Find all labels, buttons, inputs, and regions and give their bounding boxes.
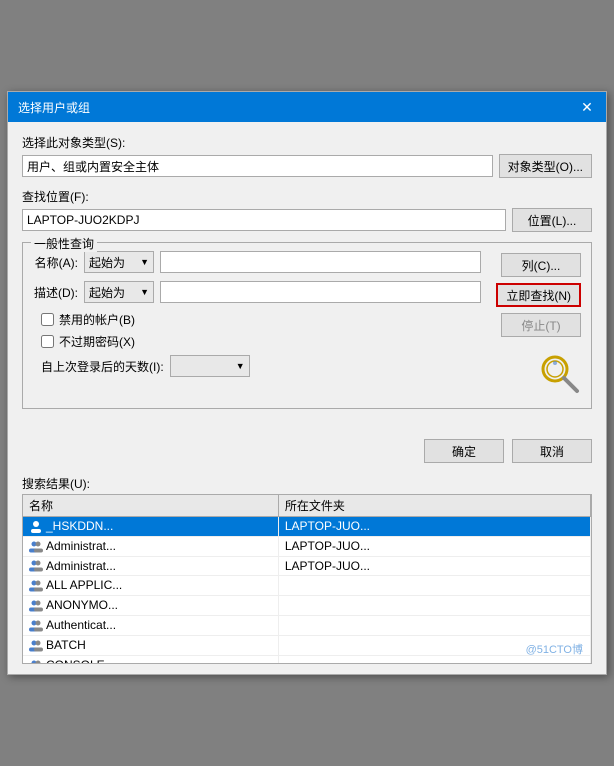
table-row[interactable]: CONSOLE ... xyxy=(23,655,591,664)
no-expire-pwd-label: 不过期密码(X) xyxy=(59,333,135,350)
col-header-folder: 所在文件夹 xyxy=(278,495,590,517)
cell-folder: LAPTOP-JUO... xyxy=(278,536,590,556)
watermark: @51CTO博 xyxy=(526,641,583,657)
cell-folder xyxy=(278,596,590,616)
table-row[interactable]: ALL APPLIC... xyxy=(23,576,591,596)
desc-combo[interactable]: 起始为 ▼ xyxy=(84,281,154,303)
days-combo-arrow: ▼ xyxy=(236,361,245,371)
cell-name: ALL APPLIC... xyxy=(23,576,278,596)
location-row: 位置(L)... xyxy=(22,208,592,232)
search-icon-area xyxy=(539,353,581,398)
table-row[interactable]: _HSKDDN...LAPTOP-JUO... xyxy=(23,517,591,537)
group-content: 名称(A): 起始为 ▼ 描述(D): 起始为 ▼ xyxy=(33,251,581,398)
group-box-title: 一般性查询 xyxy=(31,235,97,252)
cell-name: Administrat... xyxy=(23,556,278,576)
cell-name: _HSKDDN... xyxy=(23,517,278,537)
object-type-label: 选择此对象类型(S): xyxy=(22,134,592,151)
results-body: _HSKDDN...LAPTOP-JUO...Administrat...LAP… xyxy=(23,517,591,665)
cell-name: BATCH xyxy=(23,635,278,655)
object-type-input[interactable] xyxy=(22,155,493,177)
search-results-label: 搜索结果(U): xyxy=(22,475,592,492)
days-combo[interactable]: ▼ xyxy=(170,355,250,377)
results-table-container[interactable]: 名称 所在文件夹 _HSKDDN...LAPTOP-JUO...Administ… xyxy=(22,494,592,664)
desc-text-input[interactable] xyxy=(160,281,481,303)
title-bar: 选择用户或组 ✕ xyxy=(8,92,606,122)
table-row[interactable]: Administrat...LAPTOP-JUO... xyxy=(23,536,591,556)
desc-combo-arrow: ▼ xyxy=(140,287,149,297)
col-header-name: 名称 xyxy=(23,495,278,517)
no-expire-pwd-row: 不过期密码(X) xyxy=(33,333,481,350)
no-expire-pwd-checkbox[interactable] xyxy=(41,335,54,348)
days-row: 自上次登录后的天数(I): ▼ xyxy=(33,355,481,377)
cell-folder xyxy=(278,616,590,636)
group-right: 列(C)... 立即查找(N) 停止(T) xyxy=(491,251,581,398)
stop-button[interactable]: 停止(T) xyxy=(501,313,581,337)
location-label: 查找位置(F): xyxy=(22,188,592,205)
ok-button[interactable]: 确定 xyxy=(424,439,504,463)
location-input[interactable] xyxy=(22,209,506,231)
group-left: 名称(A): 起始为 ▼ 描述(D): 起始为 ▼ xyxy=(33,251,481,398)
cell-folder: LAPTOP-JUO... xyxy=(278,556,590,576)
object-type-row: 对象类型(O)... xyxy=(22,154,592,178)
general-query-group: 一般性查询 名称(A): 起始为 ▼ 描述(D): xyxy=(22,242,592,409)
search-icon xyxy=(539,353,581,395)
search-now-button[interactable]: 立即查找(N) xyxy=(496,283,581,307)
name-combo[interactable]: 起始为 ▼ xyxy=(84,251,154,273)
select-user-dialog: 选择用户或组 ✕ 选择此对象类型(S): 对象类型(O)... 查找位置(F):… xyxy=(7,91,607,675)
close-button[interactable]: ✕ xyxy=(578,98,596,116)
table-row[interactable]: Authenticat... xyxy=(23,616,591,636)
cell-name: ANONYMO... xyxy=(23,596,278,616)
name-combo-arrow: ▼ xyxy=(140,257,149,267)
object-type-button[interactable]: 对象类型(O)... xyxy=(499,154,592,178)
table-row[interactable]: Administrat...LAPTOP-JUO... xyxy=(23,556,591,576)
cell-name: CONSOLE ... xyxy=(23,655,278,664)
results-table: 名称 所在文件夹 _HSKDDN...LAPTOP-JUO...Administ… xyxy=(23,495,591,664)
name-text-input[interactable] xyxy=(160,251,481,273)
col-button[interactable]: 列(C)... xyxy=(501,253,581,277)
ok-cancel-row: 确定 取消 xyxy=(8,431,606,471)
disabled-accounts-row: 禁用的帐户(B) xyxy=(33,311,481,328)
cell-name: Administrat... xyxy=(23,536,278,556)
cell-name: Authenticat... xyxy=(23,616,278,636)
disabled-accounts-label: 禁用的帐户(B) xyxy=(59,311,135,328)
cancel-button[interactable]: 取消 xyxy=(512,439,592,463)
cell-folder xyxy=(278,576,590,596)
location-button[interactable]: 位置(L)... xyxy=(512,208,592,232)
dialog-title: 选择用户或组 xyxy=(18,99,90,116)
days-label: 自上次登录后的天数(I): xyxy=(41,358,164,375)
disabled-accounts-checkbox[interactable] xyxy=(41,313,54,326)
name-query-row: 名称(A): 起始为 ▼ xyxy=(33,251,481,273)
desc-label: 描述(D): xyxy=(33,284,78,301)
desc-query-row: 描述(D): 起始为 ▼ xyxy=(33,281,481,303)
table-row[interactable]: ANONYMO... xyxy=(23,596,591,616)
table-header-row: 名称 所在文件夹 xyxy=(23,495,591,517)
name-label: 名称(A): xyxy=(33,254,78,271)
table-row[interactable]: BATCH xyxy=(23,635,591,655)
dialog-body: 选择此对象类型(S): 对象类型(O)... 查找位置(F): 位置(L)...… xyxy=(8,122,606,431)
cell-folder: LAPTOP-JUO... xyxy=(278,517,590,537)
